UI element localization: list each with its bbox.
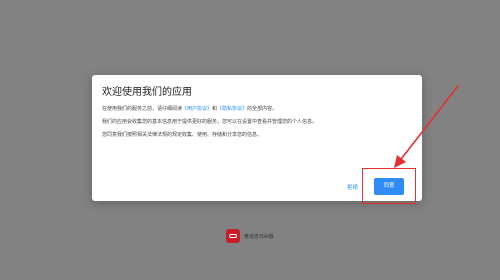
dialog-paragraph-agreements: 在使用我们的服务之前，请仔细阅读《用户协议》和《隐私协议》的全部内容。 — [102, 104, 416, 115]
dialog-paragraph-consent: 您同意我们按照相关法律法规的规定收集、使用、存储和分享您的信息。 — [102, 132, 263, 138]
app-logo-icon — [226, 229, 240, 243]
agree-button[interactable]: 同意 — [374, 178, 404, 195]
paragraph-prefix: 在使用我们的服务之前，请仔细阅读 — [102, 106, 183, 112]
paragraph-suffix: 的全部内容。 — [247, 106, 278, 112]
consent-dialog: 欢迎使用我们的应用 在使用我们的服务之前，请仔细阅读《用户协议》和《隐私协议》的… — [92, 75, 422, 201]
screen: 欢迎使用我们的应用 在使用我们的服务之前，请仔细阅读《用户协议》和《隐私协议》的… — [0, 0, 500, 280]
privacy-policy-link[interactable]: 《隐私协议》 — [217, 106, 247, 112]
reject-button[interactable]: 拒绝 — [347, 183, 358, 191]
user-agreement-link[interactable]: 《用户协议》 — [182, 106, 212, 112]
dialog-paragraph-collection: 我们的应用会收集您的基本信息用于提供更好的服务，您可以在设置中查看并管理您的个人… — [102, 119, 318, 125]
dialog-body: 在使用我们的服务之前，请仔细阅读《用户协议》和《隐私协议》的全部内容。 我们的应… — [102, 104, 416, 143]
app-name: 黄道吉日AI版 — [244, 234, 274, 240]
dialog-title: 欢迎使用我们的应用 — [102, 87, 192, 98]
